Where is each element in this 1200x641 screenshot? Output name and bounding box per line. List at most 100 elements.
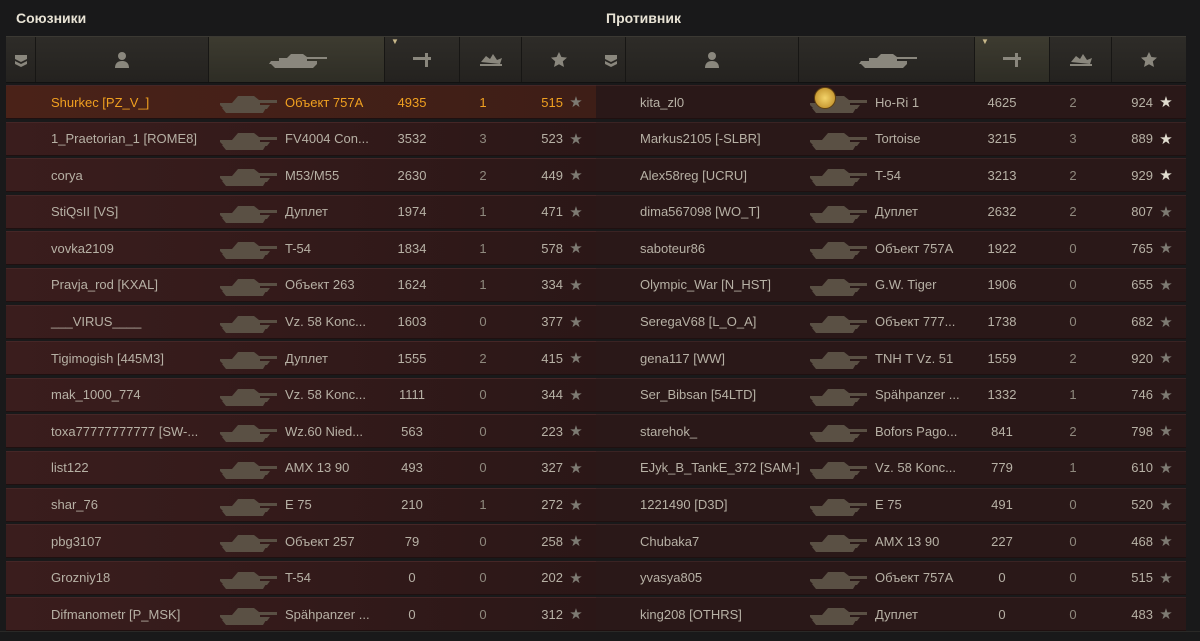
damage-value: 3213 [987, 167, 1017, 183]
xp-value: 682 [1131, 314, 1153, 330]
player-column-header[interactable] [626, 37, 799, 82]
tank-image-icon [810, 461, 867, 479]
tank-image-icon [810, 535, 867, 553]
player-row[interactable]: toxa77777777777 [SW-... Wz.60 Nied... 563 0… [6, 414, 596, 449]
player-row[interactable]: Alex58reg [UCRU] T-54 3213 2 929 ★ [596, 158, 1186, 193]
tank-name: Ho-Ri 1 [875, 94, 920, 110]
tank-image [211, 416, 283, 446]
player-name: EJyk_B_TankE_372 [SAM-] [640, 460, 800, 476]
damage-value: 1906 [987, 277, 1017, 293]
xp-column-header[interactable] [522, 37, 596, 82]
tank-image [211, 87, 283, 117]
rank-column-header[interactable] [596, 37, 626, 82]
player-row[interactable]: Grozniy18 T-54 0 0 202 ★ [6, 560, 596, 595]
player-row[interactable]: Olympic_War [N_HST] G.W. Tiger 1906 0 655 ★ [596, 267, 1186, 302]
tank-image-icon [220, 169, 277, 187]
tank-image [801, 599, 873, 629]
tank-image [211, 233, 283, 263]
player-row[interactable]: Shurkec [PZ_V_] Объект 757А 4935 1 515 ★ [6, 85, 596, 119]
damage-value: 2632 [987, 204, 1017, 220]
frags-column-header[interactable] [1050, 37, 1112, 82]
xp-value: 746 [1131, 387, 1153, 403]
tank-image [211, 160, 283, 190]
player-row[interactable]: Ser_Bibsan [54LTD] Spähpanzer ... 1332 1 746… [596, 377, 1186, 412]
tank-column-header[interactable] [209, 37, 385, 82]
player-row[interactable]: 1221490 [D3D] E 75 491 0 520 ★ [596, 487, 1186, 522]
player-row[interactable]: Pravja_rod [KXAL] Объект 263 1624 1 334 ★ [6, 267, 596, 302]
player-name: Difmanometr [P_MSK] [51, 606, 181, 622]
xp-value: 798 [1131, 423, 1153, 439]
tank-name: Bofors Pago... [875, 423, 958, 439]
xp-column-header[interactable] [1112, 37, 1186, 82]
xp-value: 327 [541, 460, 563, 476]
player-row[interactable]: 1_Praetorian_1 [ROME8] FV4004 Con... 3532 3… [6, 121, 596, 156]
player-row[interactable]: SeregaV68 [L_O_A] Объект 777... 1738 0 682 ★ [596, 304, 1186, 339]
tank-name: T-54 [285, 570, 312, 586]
player-row[interactable]: saboteur86 Объект 757А 1922 0 765 ★ [596, 231, 1186, 266]
xp-value: 202 [541, 570, 563, 586]
damage-column-header[interactable]: ▼ [385, 37, 460, 82]
player-row[interactable]: Tigimogish [445M3] Дуплет 1555 2 415 ★ [6, 341, 596, 376]
frags-column-header[interactable] [460, 37, 522, 82]
tank-name: Объект 757А [875, 240, 954, 256]
player-row[interactable]: list122 AMX 13 90 493 0 327 ★ [6, 450, 596, 485]
player-row[interactable]: gena117 [WW] TNH T Vz. 51 1559 2 920 ★ [596, 341, 1186, 376]
allies-header: ▼ [6, 36, 596, 83]
tank-name: Wz.60 Nied... [285, 423, 364, 439]
player-row[interactable]: vovka2109 T-54 1834 1 578 ★ [6, 231, 596, 266]
player-row[interactable]: starehok_ Bofors Pago... 841 2 798 ★ [596, 414, 1186, 449]
damage-value: 1555 [397, 350, 427, 366]
tank-name: Дуплет [875, 204, 918, 220]
rank-column-header[interactable] [6, 37, 36, 82]
tank-name: Spähpanzer ... [875, 387, 960, 403]
tank-column-header[interactable] [799, 37, 975, 82]
player-row[interactable]: EJyk_B_TankE_372 [SAM-] Vz. 58 Konc... 779… [596, 450, 1186, 485]
allies-rows: Shurkec [PZ_V_] Объект 757А 4935 1 515 ★ 1_Pra… [6, 85, 596, 632]
player-row[interactable]: shar_76 E 75 210 1 272 ★ [6, 487, 596, 522]
player-row[interactable]: Chubaka7 AMX 13 90 227 0 468 ★ [596, 524, 1186, 559]
tank-image-icon [220, 96, 277, 113]
tank-image [801, 380, 873, 410]
star-icon: ★ [1159, 569, 1173, 587]
player-row[interactable]: corya M53/M55 2630 2 449 ★ [6, 158, 596, 193]
player-name: 1_Praetorian_1 [ROME8] [51, 131, 197, 147]
tank-image-icon [220, 498, 277, 516]
player-column-header[interactable] [36, 37, 209, 82]
frags-icon [479, 53, 502, 66]
player-row[interactable]: mak_1000_774 Vz. 58 Konc... 1111 0 344 ★ [6, 377, 596, 412]
tank-name: Дуплет [285, 350, 328, 366]
star-icon: ★ [1159, 240, 1173, 258]
player-name: saboteur86 [640, 240, 706, 256]
player-row[interactable]: pbg3107 Объект 257 79 0 258 ★ [6, 524, 596, 559]
player-row[interactable]: king208 [OTHRS] Дуплет 0 0 483 ★ [596, 597, 1186, 632]
player-row[interactable]: Difmanometr [P_MSK] Spähpanzer ... 0 0 312 ★ [6, 597, 596, 632]
enemies-title: Противник [606, 10, 681, 26]
tank-icon [268, 53, 327, 68]
player-row[interactable]: kita_zl0 Ho-Ri 1 4625 2 924 ★ [596, 85, 1186, 119]
player-row[interactable]: StiQsII [VS] Дуплет 1974 1 471 ★ [6, 194, 596, 229]
tank-image [211, 599, 283, 629]
tank-image [801, 416, 873, 446]
sort-indicator-icon: ▼ [391, 37, 399, 46]
frags-value: 0 [1069, 277, 1077, 293]
player-name: Ser_Bibsan [54LTD] [640, 387, 757, 403]
damage-icon [413, 52, 431, 67]
player-name: SeregaV68 [L_O_A] [640, 314, 757, 330]
tank-image-icon [220, 461, 277, 479]
player-row[interactable]: yvasya805 Объект 757А 0 0 515 ★ [596, 560, 1186, 595]
xp-value: 312 [541, 606, 563, 622]
damage-column-header[interactable]: ▼ [975, 37, 1050, 82]
xp-value: 765 [1131, 240, 1153, 256]
player-name: Shurkec [PZ_V_] [51, 94, 150, 110]
player-row[interactable]: ___VIRUS____ Vz. 58 Konc... 1603 0 377 ★ [6, 304, 596, 339]
player-row[interactable]: dima567098 [WO_T] Дуплет 2632 2 807 ★ [596, 194, 1186, 229]
star-icon: ★ [569, 496, 583, 514]
player-name: Grozniy18 [51, 570, 111, 586]
frags-value: 2 [479, 350, 487, 366]
frags-icon [1069, 53, 1092, 66]
frags-value: 2 [1069, 423, 1077, 439]
xp-value: 258 [541, 533, 563, 549]
frags-value: 0 [1069, 240, 1077, 256]
tank-image [211, 307, 283, 337]
player-row[interactable]: Markus2105 [-SLBR] Tortoise 3215 3 889 ★ [596, 121, 1186, 156]
